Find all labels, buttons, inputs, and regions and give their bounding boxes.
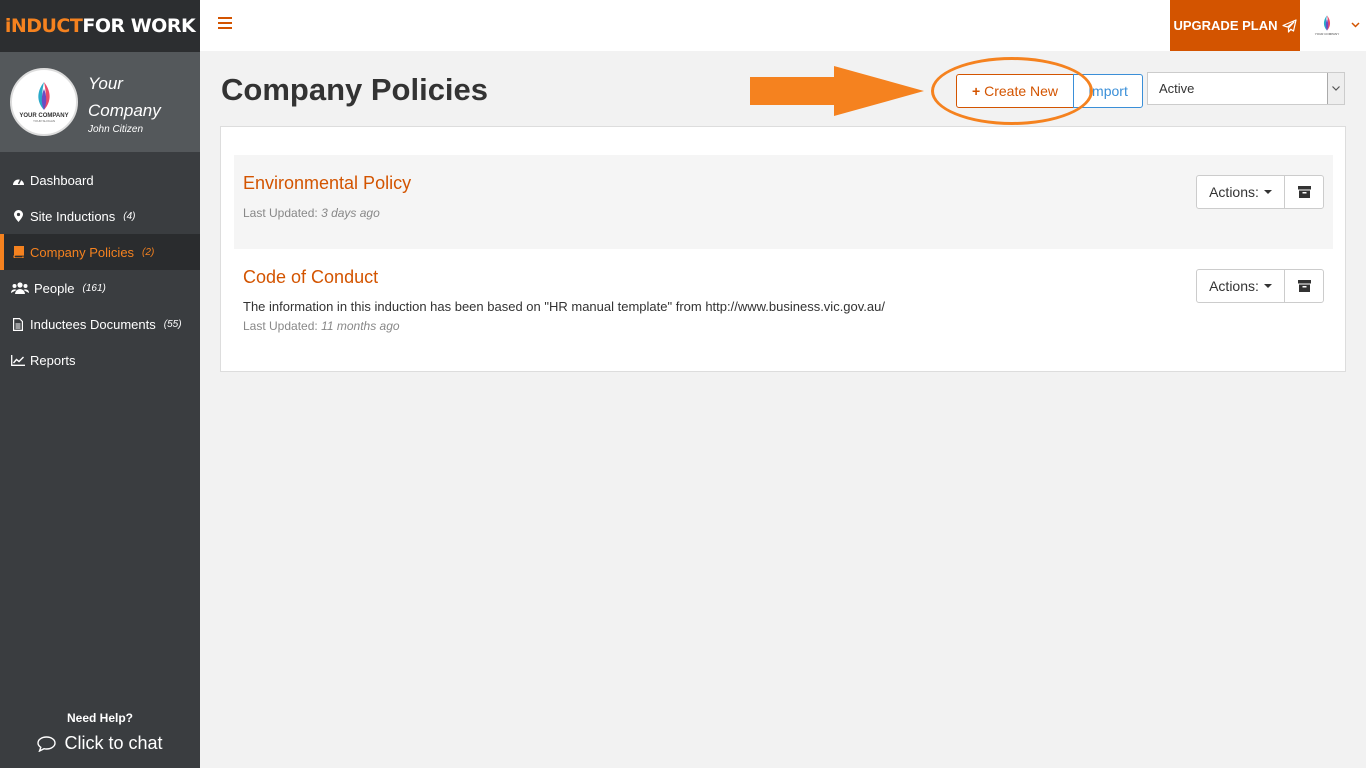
sidebar-item-dashboard[interactable]: Dashboard xyxy=(0,162,200,198)
company-name: Your Company xyxy=(88,73,161,120)
policies-panel: Environmental Policy Last Updated: 3 day… xyxy=(220,126,1346,372)
sidebar-item-label: Reports xyxy=(30,352,76,368)
dashboard-icon xyxy=(10,175,26,186)
upgrade-plan-button[interactable]: UPGRADE PLAN xyxy=(1170,0,1300,51)
policy-title-link[interactable]: Code of Conduct xyxy=(243,267,378,288)
policy-description: The information in this induction has be… xyxy=(243,299,885,314)
sidebar-nav: Dashboard Site Inductions (4) Company Po… xyxy=(0,162,200,378)
sidebar-item-reports[interactable]: Reports xyxy=(0,342,200,378)
sidebar-item-label: Dashboard xyxy=(30,172,94,188)
users-icon xyxy=(10,282,30,294)
annotation-arrow-icon xyxy=(750,66,924,116)
file-icon xyxy=(10,317,26,331)
status-filter-select[interactable]: Active xyxy=(1147,72,1345,105)
company-logo-icon xyxy=(38,82,50,110)
actions-label: Actions: xyxy=(1209,278,1259,294)
sidebar-item-label: Site Inductions xyxy=(30,208,116,224)
avatar-company-text: YOUR COMPANY xyxy=(1314,32,1340,36)
sidebar-item-people[interactable]: People (161) xyxy=(0,270,200,306)
chevron-down-icon xyxy=(1327,73,1344,104)
brand-part-2: FOR WORK xyxy=(82,15,196,37)
user-name: John Citizen xyxy=(88,123,144,135)
last-updated-value: 11 months ago xyxy=(321,319,400,333)
sidebar-item-count: (55) xyxy=(163,318,182,330)
create-new-label: Create New xyxy=(984,83,1059,99)
upgrade-plan-label: UPGRADE PLAN xyxy=(1173,18,1278,33)
plus-icon: + xyxy=(971,83,981,99)
sidebar-item-label: People xyxy=(34,280,75,296)
policy-row: Code of Conduct The information in this … xyxy=(234,249,1333,359)
last-updated-label: Last Updated: xyxy=(243,206,318,220)
chat-link[interactable]: Click to chat xyxy=(0,733,200,754)
last-updated-label: Last Updated: xyxy=(243,319,318,333)
user-avatar[interactable]: YOUR COMPANY xyxy=(1312,10,1342,40)
archive-icon xyxy=(1297,280,1311,292)
map-marker-icon xyxy=(10,210,26,222)
chat-label: Click to chat xyxy=(64,733,163,753)
policy-title-link[interactable]: Environmental Policy xyxy=(243,173,411,194)
archive-button[interactable] xyxy=(1284,269,1324,303)
policy-row: Environmental Policy Last Updated: 3 day… xyxy=(234,155,1333,249)
caret-down-icon xyxy=(1263,284,1272,288)
policy-last-updated: Last Updated: 11 months ago xyxy=(243,319,400,333)
chat-bubble-icon xyxy=(37,735,57,752)
sidebar-item-company-policies[interactable]: Company Policies (2) xyxy=(0,234,200,270)
avatar-slogan-text: YOUR SLOGAN xyxy=(32,119,55,123)
brand-part-1: iNDUCT xyxy=(4,15,83,37)
sidebar-item-inductees-documents[interactable]: Inductees Documents (55) xyxy=(0,306,200,342)
brand-logo[interactable]: iNDUCTFOR WORK xyxy=(0,0,200,52)
company-avatar[interactable]: YOUR COMPANY YOUR SLOGAN xyxy=(10,68,78,136)
help-title: Need Help? xyxy=(66,711,133,725)
archive-icon xyxy=(1297,186,1311,198)
help-section: Need Help? Click to chat xyxy=(0,711,200,754)
company-logo-icon xyxy=(1323,15,1331,31)
topbar: UPGRADE PLAN YOUR COMPANY xyxy=(200,0,1366,51)
import-label: Import xyxy=(1088,83,1128,99)
sidebar-item-count: (2) xyxy=(142,246,155,258)
paper-plane-icon xyxy=(1281,18,1297,33)
page-title: Company Policies xyxy=(221,72,489,107)
profile-card: YOUR COMPANY YOUR SLOGAN Your Company Jo… xyxy=(0,52,200,152)
sidebar-item-site-inductions[interactable]: Site Inductions (4) xyxy=(0,198,200,234)
status-filter-value: Active xyxy=(1159,81,1195,96)
sidebar-item-count: (161) xyxy=(82,282,106,294)
sidebar-item-label: Inductees Documents xyxy=(30,316,156,332)
actions-dropdown-button[interactable]: Actions: xyxy=(1196,175,1285,209)
actions-label: Actions: xyxy=(1209,184,1259,200)
policy-last-updated: Last Updated: 3 days ago xyxy=(243,206,380,220)
sidebar-item-count: (4) xyxy=(123,210,136,222)
create-new-button[interactable]: + Create New xyxy=(956,74,1074,108)
chevron-down-icon[interactable] xyxy=(1351,20,1360,31)
sidebar-item-label: Company Policies xyxy=(30,244,135,260)
sidebar: iNDUCTFOR WORK YOUR COMPANY YOUR SLOGAN … xyxy=(0,0,200,768)
last-updated-value: 3 days ago xyxy=(321,206,380,220)
book-icon xyxy=(10,246,26,258)
import-button[interactable]: Import xyxy=(1073,74,1143,108)
line-chart-icon xyxy=(10,354,26,366)
caret-down-icon xyxy=(1263,190,1272,194)
actions-dropdown-button[interactable]: Actions: xyxy=(1196,269,1285,303)
archive-button[interactable] xyxy=(1284,175,1324,209)
menu-toggle-icon[interactable] xyxy=(218,17,232,31)
